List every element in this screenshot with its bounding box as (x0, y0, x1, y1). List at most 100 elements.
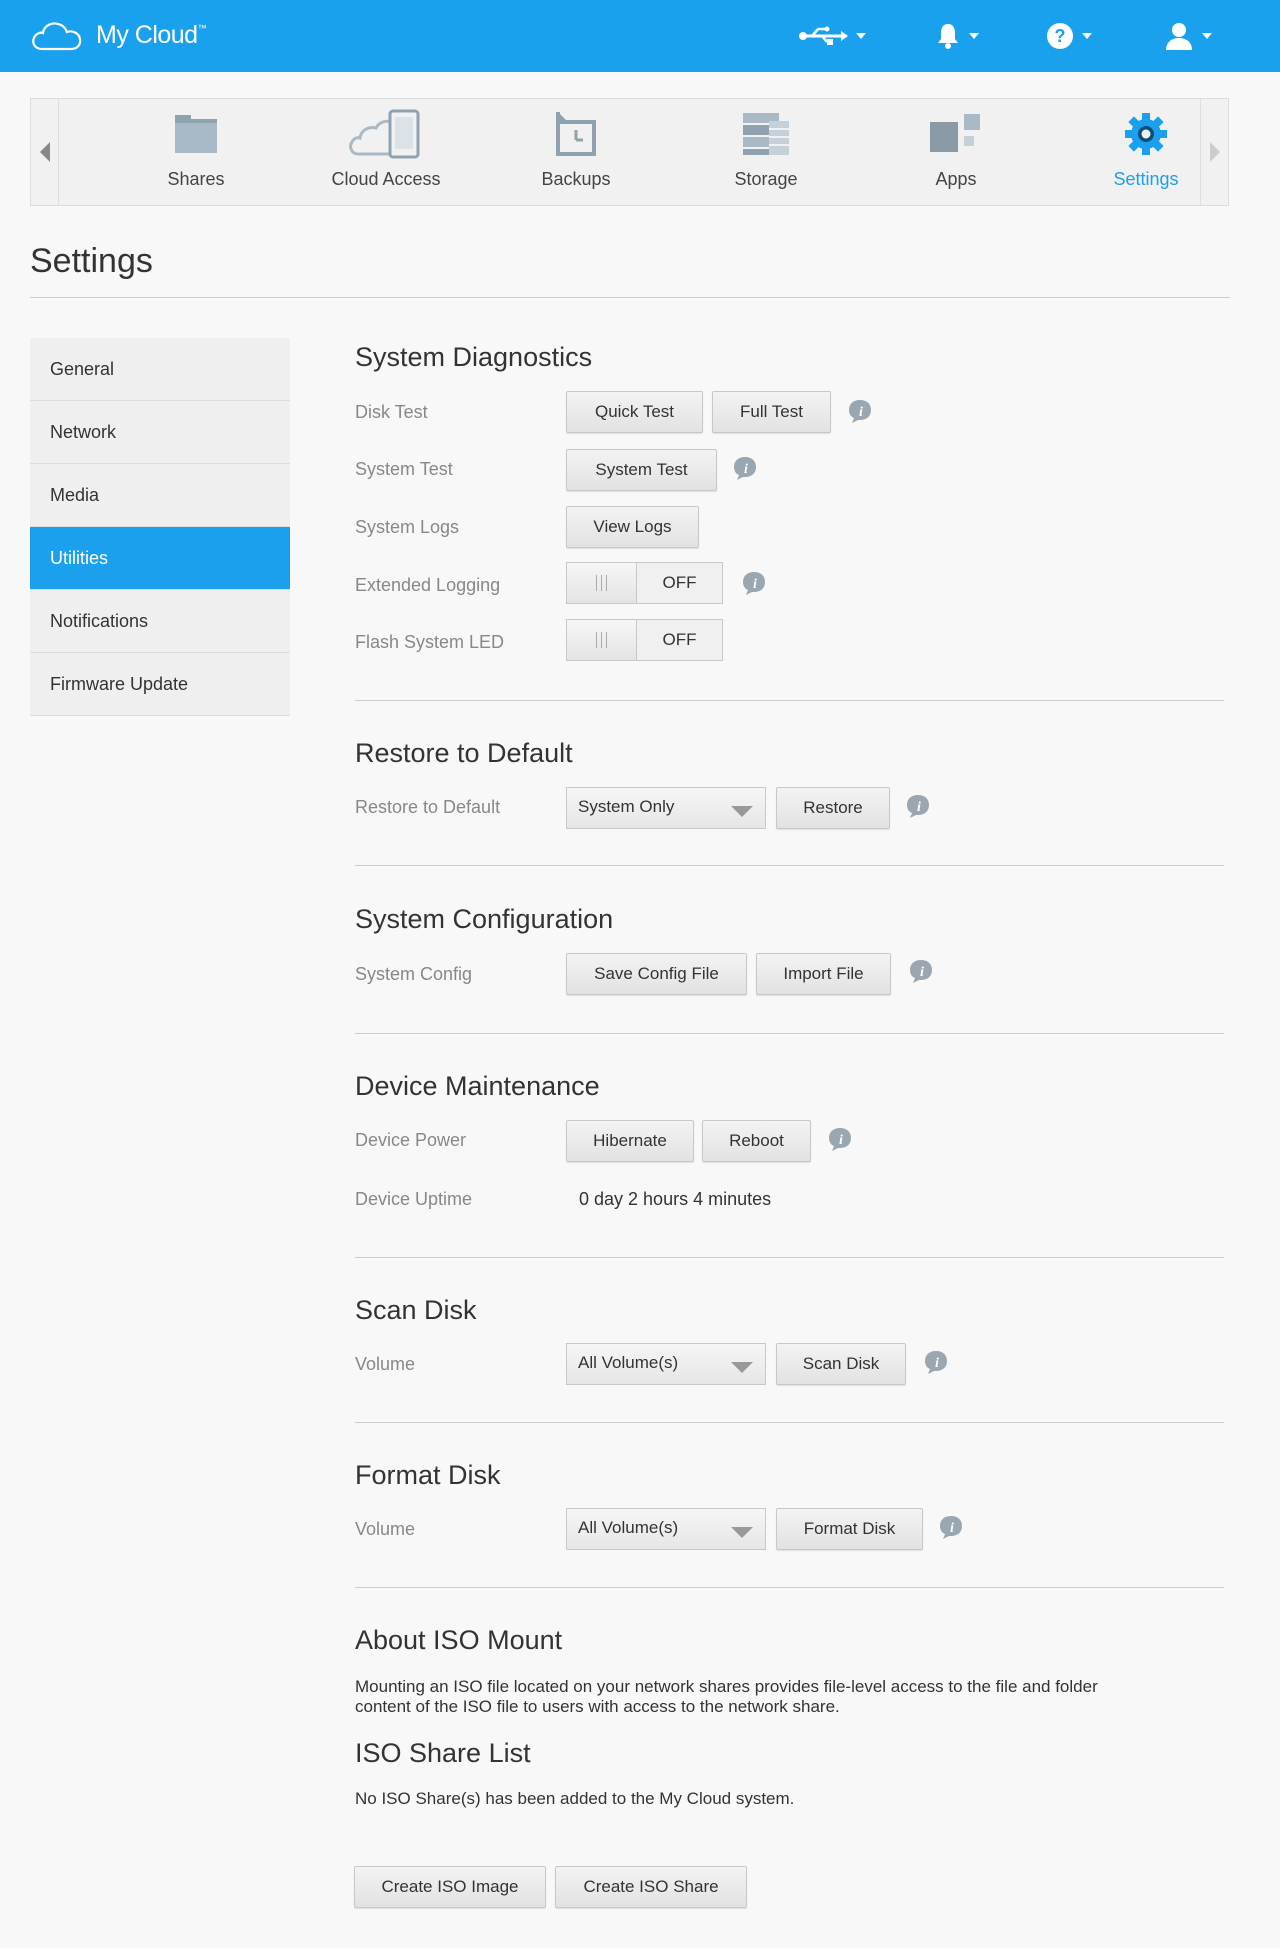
info-icon[interactable]: i (905, 793, 931, 819)
nav-label: Cloud Access (331, 169, 441, 189)
hibernate-button[interactable]: Hibernate (566, 1120, 694, 1162)
full-test-button[interactable]: Full Test (712, 391, 831, 433)
nav-item-shares[interactable]: Shares (101, 99, 291, 205)
nav-prev-button[interactable] (31, 99, 59, 205)
nav-label: Storage (734, 169, 798, 189)
info-icon[interactable]: i (732, 455, 758, 481)
device-power-label: Device Power (355, 1130, 467, 1150)
svg-text:i: i (744, 462, 748, 477)
device-uptime-value: 0 day 2 hours 4 minutes (579, 1189, 772, 1209)
device-uptime-label: Device Uptime (355, 1189, 473, 1209)
svg-text:i: i (753, 577, 757, 592)
format-volume-select[interactable]: All Volume(s) (566, 1508, 766, 1550)
page-title: Settings (30, 242, 153, 280)
cloud-logo-icon (32, 22, 82, 51)
section-title-iso-share-list: ISO Share List (355, 1738, 531, 1768)
nav-item-backups[interactable]: Backups (481, 99, 671, 205)
scan-disk-button[interactable]: Scan Disk (776, 1343, 906, 1385)
restore-label: Restore to Default (355, 797, 501, 817)
chevron-right-icon (1209, 142, 1220, 162)
section-title-maintenance: Device Maintenance (355, 1071, 600, 1101)
svg-text:i: i (917, 800, 921, 815)
usb-menu[interactable] (798, 20, 866, 52)
format-disk-button[interactable]: Format Disk (776, 1508, 923, 1550)
scan-volume-select[interactable]: All Volume(s) (566, 1343, 766, 1385)
sidebar-item-network[interactable]: Network (30, 401, 290, 464)
gear-icon (1125, 113, 1167, 155)
info-icon[interactable]: i (827, 1126, 853, 1152)
usb-icon (799, 26, 848, 45)
user-icon (1166, 23, 1192, 50)
divider (30, 297, 1230, 298)
extended-logging-toggle[interactable]: OFF (566, 562, 723, 604)
view-logs-button[interactable]: View Logs (566, 506, 699, 548)
toggle-state: OFF (662, 630, 697, 649)
svg-text:i: i (920, 965, 924, 980)
restore-button[interactable]: Restore (776, 787, 890, 829)
nav-item-cloud-access[interactable]: Cloud Access (291, 99, 481, 205)
extended-logging-label: Extended Logging (355, 575, 501, 595)
section-title-scan-disk: Scan Disk (355, 1295, 477, 1325)
chevron-down-icon (969, 33, 979, 39)
import-file-button[interactable]: Import File (756, 953, 891, 995)
user-menu[interactable] (1164, 20, 1212, 52)
info-icon[interactable]: i (741, 570, 767, 596)
format-volume-label: Volume (355, 1519, 416, 1539)
chevron-down-icon (1082, 33, 1092, 39)
system-test-button[interactable]: System Test (566, 449, 717, 491)
sidebar-item-notifications[interactable]: Notifications (30, 590, 290, 653)
section-title-config: System Configuration (355, 904, 614, 934)
divider (355, 1422, 1224, 1423)
section-title-about-iso: About ISO Mount (355, 1625, 563, 1655)
save-config-button[interactable]: Save Config File (566, 953, 747, 995)
restore-option-select[interactable]: System Only (566, 787, 766, 829)
section-title-format-disk: Format Disk (355, 1460, 501, 1490)
flash-led-toggle[interactable]: OFF (566, 619, 723, 661)
create-iso-share-button[interactable]: Create ISO Share (555, 1866, 747, 1908)
toggle-knob (567, 563, 637, 603)
iso-about-text-line-1: Mounting an ISO file located on your net… (355, 1677, 1098, 1696)
svg-text:i: i (935, 1356, 939, 1371)
chevron-down-icon (856, 33, 866, 39)
main-nav: Shares Cloud Access Backups Storage Apps… (30, 98, 1229, 206)
create-iso-image-button[interactable]: Create ISO Image (354, 1866, 546, 1908)
backup-icon (556, 112, 596, 156)
top-bar: My Cloud™ ? (0, 0, 1280, 72)
sidebar-item-utilities[interactable]: Utilities (30, 527, 290, 590)
logo[interactable]: My Cloud™ (30, 18, 207, 52)
disk-test-label: Disk Test (355, 402, 428, 422)
section-title-restore: Restore to Default (355, 738, 573, 768)
reboot-button[interactable]: Reboot (702, 1120, 811, 1162)
nav-label: Apps (935, 169, 977, 189)
system-test-label: System Test (355, 459, 453, 479)
system-logs-label: System Logs (355, 517, 460, 537)
sidebar-item-media[interactable]: Media (30, 464, 290, 527)
nav-next-button[interactable] (1200, 99, 1228, 205)
svg-text:i: i (950, 1521, 954, 1536)
bell-icon (938, 24, 958, 49)
chevron-down-icon (731, 1527, 753, 1538)
info-icon[interactable]: i (923, 1349, 949, 1375)
sidebar-item-general[interactable]: General (30, 338, 290, 401)
info-icon[interactable]: i (938, 1514, 964, 1540)
divider (355, 1257, 1224, 1258)
section-title-diagnostics: System Diagnostics (355, 342, 593, 372)
app-name: My Cloud™ (96, 20, 207, 49)
divider (355, 1587, 1224, 1588)
nav-label: Shares (167, 169, 225, 189)
nav-item-storage[interactable]: Storage (671, 99, 861, 205)
info-icon[interactable]: i (847, 398, 873, 424)
divider (355, 700, 1224, 701)
cloud-device-icon (349, 109, 420, 159)
chevron-down-icon (1202, 33, 1212, 39)
nav-item-apps[interactable]: Apps (861, 99, 1051, 205)
help-menu[interactable]: ? (1046, 20, 1092, 52)
notifications-menu[interactable] (935, 20, 979, 52)
info-icon[interactable]: i (908, 958, 934, 984)
system-config-label: System Config (355, 964, 473, 984)
svg-text:?: ? (1055, 26, 1066, 46)
chevron-down-icon (731, 1362, 753, 1373)
flash-led-label: Flash System LED (355, 632, 505, 652)
sidebar-item-firmware-update[interactable]: Firmware Update (30, 653, 290, 716)
quick-test-button[interactable]: Quick Test (566, 391, 703, 433)
